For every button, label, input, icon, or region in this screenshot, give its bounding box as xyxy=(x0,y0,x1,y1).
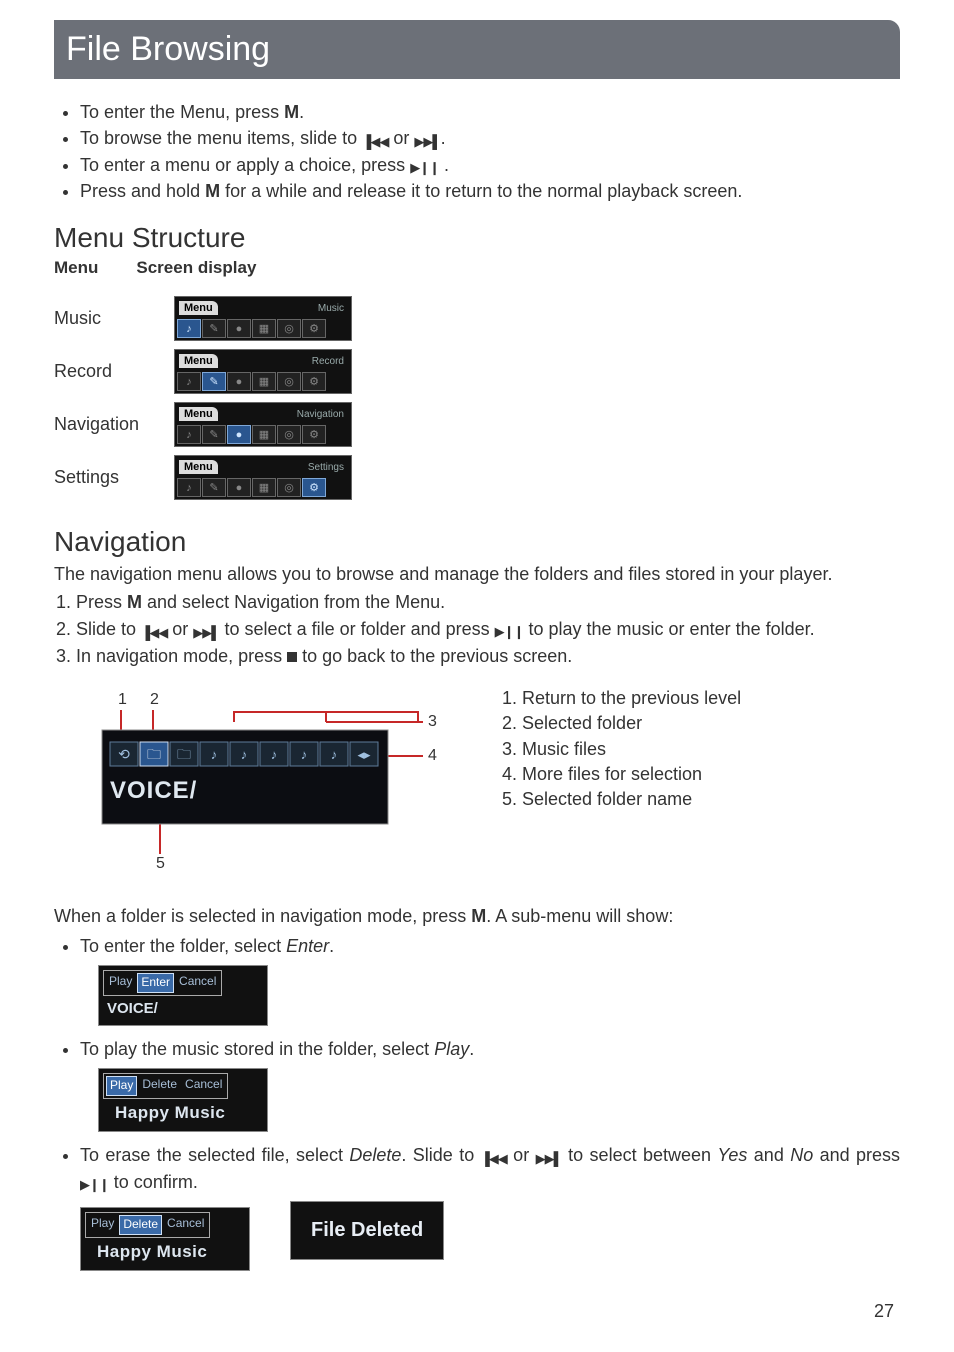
stop-icon xyxy=(287,652,297,662)
legend-item: Selected folder xyxy=(522,711,741,736)
nav-step: Slide to ▐◀◀ or ▶▶▌ to select a file or … xyxy=(76,616,900,643)
menu-row-screen: MenuNavigation♪✎●▦◎⚙ xyxy=(174,402,352,447)
play-pause-icon: ▶❙❙ xyxy=(80,1176,109,1195)
device-submenu-screen: PlayDeleteCancelHappy Music xyxy=(98,1068,268,1132)
svg-text:🗀: 🗀 xyxy=(147,746,161,762)
file-deleted-screen: File Deleted xyxy=(290,1201,444,1260)
menu-row-label: Music xyxy=(54,296,174,341)
next-track-icon: ▶▶▌ xyxy=(414,133,440,152)
svg-text:⟲: ⟲ xyxy=(118,746,130,762)
menu-row: RecordMenuRecord♪✎●▦◎⚙ xyxy=(54,349,352,394)
page-number: 27 xyxy=(54,1301,900,1322)
svg-text:♪: ♪ xyxy=(301,747,308,762)
submenu-list: To enter the folder, select Enter.PlayEn… xyxy=(54,933,900,1271)
legend-item: More files for selection xyxy=(522,762,741,787)
navigation-intro: The navigation menu allows you to browse… xyxy=(54,564,900,585)
menu-row: NavigationMenuNavigation♪✎●▦◎⚙ xyxy=(54,402,352,447)
callout-5: 5 xyxy=(156,855,165,872)
menu-row: SettingsMenuSettings♪✎●▦◎⚙ xyxy=(54,455,352,500)
play-pause-icon: ▶❙❙ xyxy=(410,159,439,178)
next-track-icon: ▶▶▌ xyxy=(193,623,219,643)
intro-bullet: To enter the Menu, press M. xyxy=(80,99,900,125)
menu-structure-heading: Menu Structure xyxy=(54,222,900,254)
menu-row-screen: MenuRecord♪✎●▦◎⚙ xyxy=(174,349,352,394)
menu-structure-table: MusicMenuMusic♪✎●▦◎⚙RecordMenuRecord♪✎●▦… xyxy=(54,288,352,508)
prev-track-icon: ▐◀◀ xyxy=(141,623,167,643)
play-pause-icon: ▶❙❙ xyxy=(495,622,524,642)
legend-item: Return to the previous level xyxy=(522,686,741,711)
legend-item: Selected folder name xyxy=(522,787,741,812)
menu-row-label: Record xyxy=(54,349,174,394)
intro-bullet: To enter a menu or apply a choice, press… xyxy=(80,152,900,178)
svg-text:VOICE/: VOICE/ xyxy=(110,777,197,804)
navigation-diagram: 1 2 3 4 5 ⟲ 🗀 xyxy=(88,686,448,876)
svg-text:🗀: 🗀 xyxy=(177,746,191,762)
submenu-item: To enter the folder, select Enter.PlayEn… xyxy=(80,933,900,1026)
nav-step: In navigation mode, press to go back to … xyxy=(76,643,900,670)
legend-item: Music files xyxy=(522,737,741,762)
menu-row-label: Settings xyxy=(54,455,174,500)
next-track-icon: ▶▶▌ xyxy=(536,1150,562,1169)
callout-1: 1 xyxy=(118,691,127,708)
menu-row-screen: MenuSettings♪✎●▦◎⚙ xyxy=(174,455,352,500)
menu-row-screen: MenuMusic♪✎●▦◎⚙ xyxy=(174,296,352,341)
navigation-legend: Return to the previous levelSelected fol… xyxy=(502,686,741,812)
navigation-steps: Press M and select Navigation from the M… xyxy=(54,589,900,670)
navigation-heading: Navigation xyxy=(54,526,900,558)
callout-3: 3 xyxy=(428,713,437,730)
callout-2: 2 xyxy=(150,691,159,708)
menu-structure-header: Menu Screen display xyxy=(54,258,900,278)
intro-bullets: To enter the Menu, press M. To browse th… xyxy=(62,99,900,204)
svg-text:♪: ♪ xyxy=(211,747,218,762)
page-title-bar: File Browsing xyxy=(54,20,900,79)
svg-text:♪: ♪ xyxy=(271,747,278,762)
submenu-item: To play the music stored in the folder, … xyxy=(80,1036,900,1132)
page-title: File Browsing xyxy=(66,30,888,69)
submenu-intro: When a folder is selected in navigation … xyxy=(54,906,900,927)
nav-diagram-svg: 1 2 3 4 5 ⟲ 🗀 xyxy=(88,686,448,876)
menu-row-label: Navigation xyxy=(54,402,174,447)
intro-bullet: To browse the menu items, slide to ▐◀◀ o… xyxy=(80,125,900,152)
device-submenu-screen: PlayDeleteCancelHappy Music xyxy=(80,1207,250,1271)
prev-track-icon: ▐◀◀ xyxy=(481,1150,507,1169)
submenu-item: To erase the selected file, select Delet… xyxy=(80,1142,900,1271)
device-submenu-screen: PlayEnterCancelVOICE/ xyxy=(98,965,268,1026)
svg-text:♪: ♪ xyxy=(241,747,248,762)
callout-4: 4 xyxy=(428,747,437,764)
prev-track-icon: ▐◀◀ xyxy=(362,133,388,152)
nav-step: Press M and select Navigation from the M… xyxy=(76,589,900,616)
intro-bullet: Press and hold M for a while and release… xyxy=(80,178,900,204)
svg-text:◂▸: ◂▸ xyxy=(357,747,371,762)
menu-row: MusicMenuMusic♪✎●▦◎⚙ xyxy=(54,296,352,341)
svg-text:♪: ♪ xyxy=(331,747,338,762)
